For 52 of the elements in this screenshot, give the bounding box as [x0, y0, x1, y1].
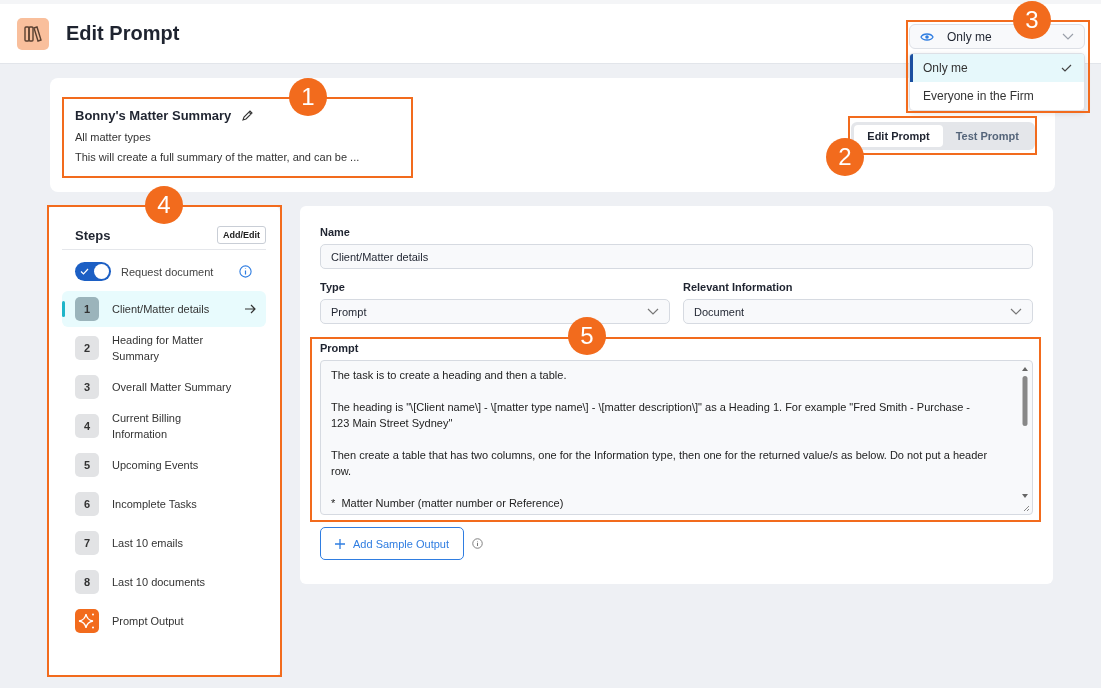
field-label: Prompt [320, 342, 360, 354]
field-label: Type [320, 281, 346, 293]
toggle-label: Request document [121, 265, 214, 278]
toggle-switch[interactable] [75, 262, 111, 281]
menu-option[interactable]: Everyone in the Firm [910, 82, 1084, 110]
chevron-down-icon [1010, 308, 1022, 315]
prompt-name: Bonny's Matter Summary [75, 108, 232, 123]
step-number: 4 [75, 414, 99, 438]
check-icon [1061, 64, 1072, 72]
step-number: 6 [75, 492, 99, 516]
type-select[interactable]: Prompt [320, 299, 670, 324]
step-item[interactable]: Prompt Output [62, 603, 266, 639]
field-label: Name [320, 226, 351, 238]
step-item[interactable]: 8 Last 10 documents [62, 564, 266, 600]
matter-types-text: All matter types [75, 131, 152, 143]
step-item[interactable]: 2 Heading for Matter Summary [62, 330, 266, 366]
step-number: 3 [75, 375, 99, 399]
arrow-right-icon [244, 304, 256, 314]
mode-tab[interactable]: Edit Prompt [854, 125, 943, 147]
step-number: 2 [75, 336, 99, 360]
chevron-down-icon [647, 308, 659, 315]
relevant-information-select[interactable]: Document [683, 299, 1033, 324]
step-item[interactable]: 5 Upcoming Events [62, 447, 266, 483]
step-number: 5 [75, 453, 99, 477]
books-icon [17, 17, 49, 50]
step-number: 8 [75, 570, 99, 594]
mode-tab[interactable]: Test Prompt [942, 125, 1032, 147]
check-icon [80, 268, 89, 275]
step-item[interactable]: 4 Current Billing Information [62, 408, 266, 444]
step-number: 7 [75, 531, 99, 555]
info-icon[interactable] [472, 538, 483, 549]
steps-heading: Steps [75, 227, 111, 243]
menu-option[interactable]: Only me [910, 54, 1084, 82]
add-edit-button[interactable]: Add/Edit [217, 226, 266, 244]
step-item[interactable]: 3 Overall Matter Summary [62, 369, 266, 405]
sparkle-icon [75, 609, 99, 633]
step-item[interactable]: 1 Client/Matter details [62, 291, 266, 327]
name-input[interactable]: Client/Matter details [320, 244, 1033, 269]
add-sample-output-button[interactable]: Add Sample Output [320, 527, 464, 560]
step-number: 1 [75, 297, 99, 321]
step-item[interactable]: 7 Last 10 emails [62, 525, 266, 561]
prompt-textarea[interactable]: The task is to create a heading and then a table. The heading is "\[Client name\] - \[matter type name\] - \[matter description\]" as a Heading 1. For example "Fred Smith - Purchase - 123 Main Street Sydney" Then create a table that has two columns, one for the Information type, then one for the returned value/s as below. Do not put a header row. * Matter Number (matter number or Reference) [320, 360, 1033, 515]
info-icon[interactable] [239, 265, 253, 278]
pencil-icon[interactable] [241, 109, 255, 122]
plus-icon [335, 538, 345, 549]
resize-handle-icon[interactable] [1022, 504, 1030, 512]
step-item[interactable]: 6 Incomplete Tasks [62, 486, 266, 522]
page-title: Edit Prompt [66, 22, 180, 45]
description-text: This will create a full summary of the matter, and can be ... [75, 151, 360, 163]
eye-icon [920, 31, 934, 42]
chevron-down-icon [1062, 33, 1074, 40]
field-label: Relevant Information [683, 281, 794, 293]
